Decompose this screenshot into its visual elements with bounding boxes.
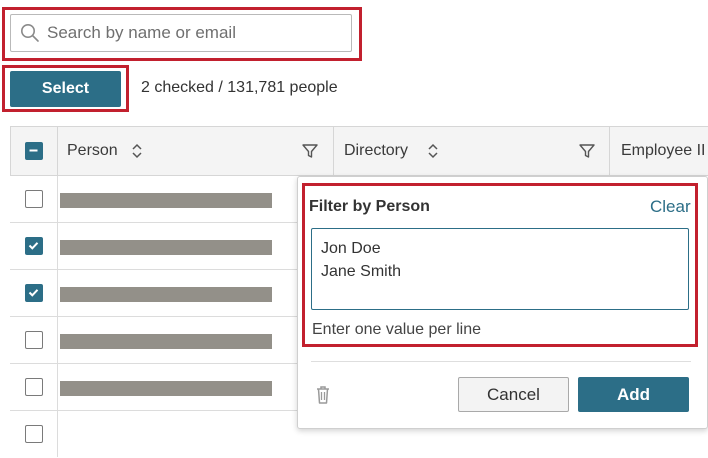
divider (311, 361, 691, 362)
row-checkbox[interactable] (25, 425, 43, 443)
column-header-directory[interactable]: Directory (344, 142, 408, 160)
row-checkbox[interactable] (25, 190, 43, 208)
redacted-name (60, 381, 272, 396)
sort-icon[interactable] (131, 141, 143, 161)
sort-icon[interactable] (427, 141, 439, 161)
row-checkbox[interactable] (25, 331, 43, 349)
select-all-checkbox[interactable] (25, 142, 43, 160)
column-header-person[interactable]: Person (67, 142, 118, 160)
highlight-filter-panel (302, 183, 698, 347)
redacted-name (60, 240, 272, 255)
cancel-button[interactable]: Cancel (458, 377, 569, 412)
highlight-select-button (2, 65, 129, 112)
row-checkbox[interactable] (25, 378, 43, 396)
row-checkbox[interactable] (25, 237, 43, 255)
row-checkbox[interactable] (25, 284, 43, 302)
redacted-name (60, 334, 272, 349)
redacted-name (60, 287, 272, 302)
filter-icon[interactable] (578, 142, 596, 160)
add-button[interactable]: Add (578, 377, 689, 412)
filter-icon[interactable] (301, 142, 319, 160)
minus-icon (29, 149, 38, 152)
table-header: Person Directory Employee II (10, 126, 708, 176)
check-icon (28, 289, 39, 297)
trash-icon[interactable] (313, 384, 333, 406)
highlight-search (2, 7, 362, 61)
check-icon (28, 242, 39, 250)
column-header-employee-id[interactable]: Employee II (621, 142, 705, 160)
redacted-name (60, 193, 272, 208)
selection-count: 2 checked / 131,781 people (141, 79, 338, 96)
